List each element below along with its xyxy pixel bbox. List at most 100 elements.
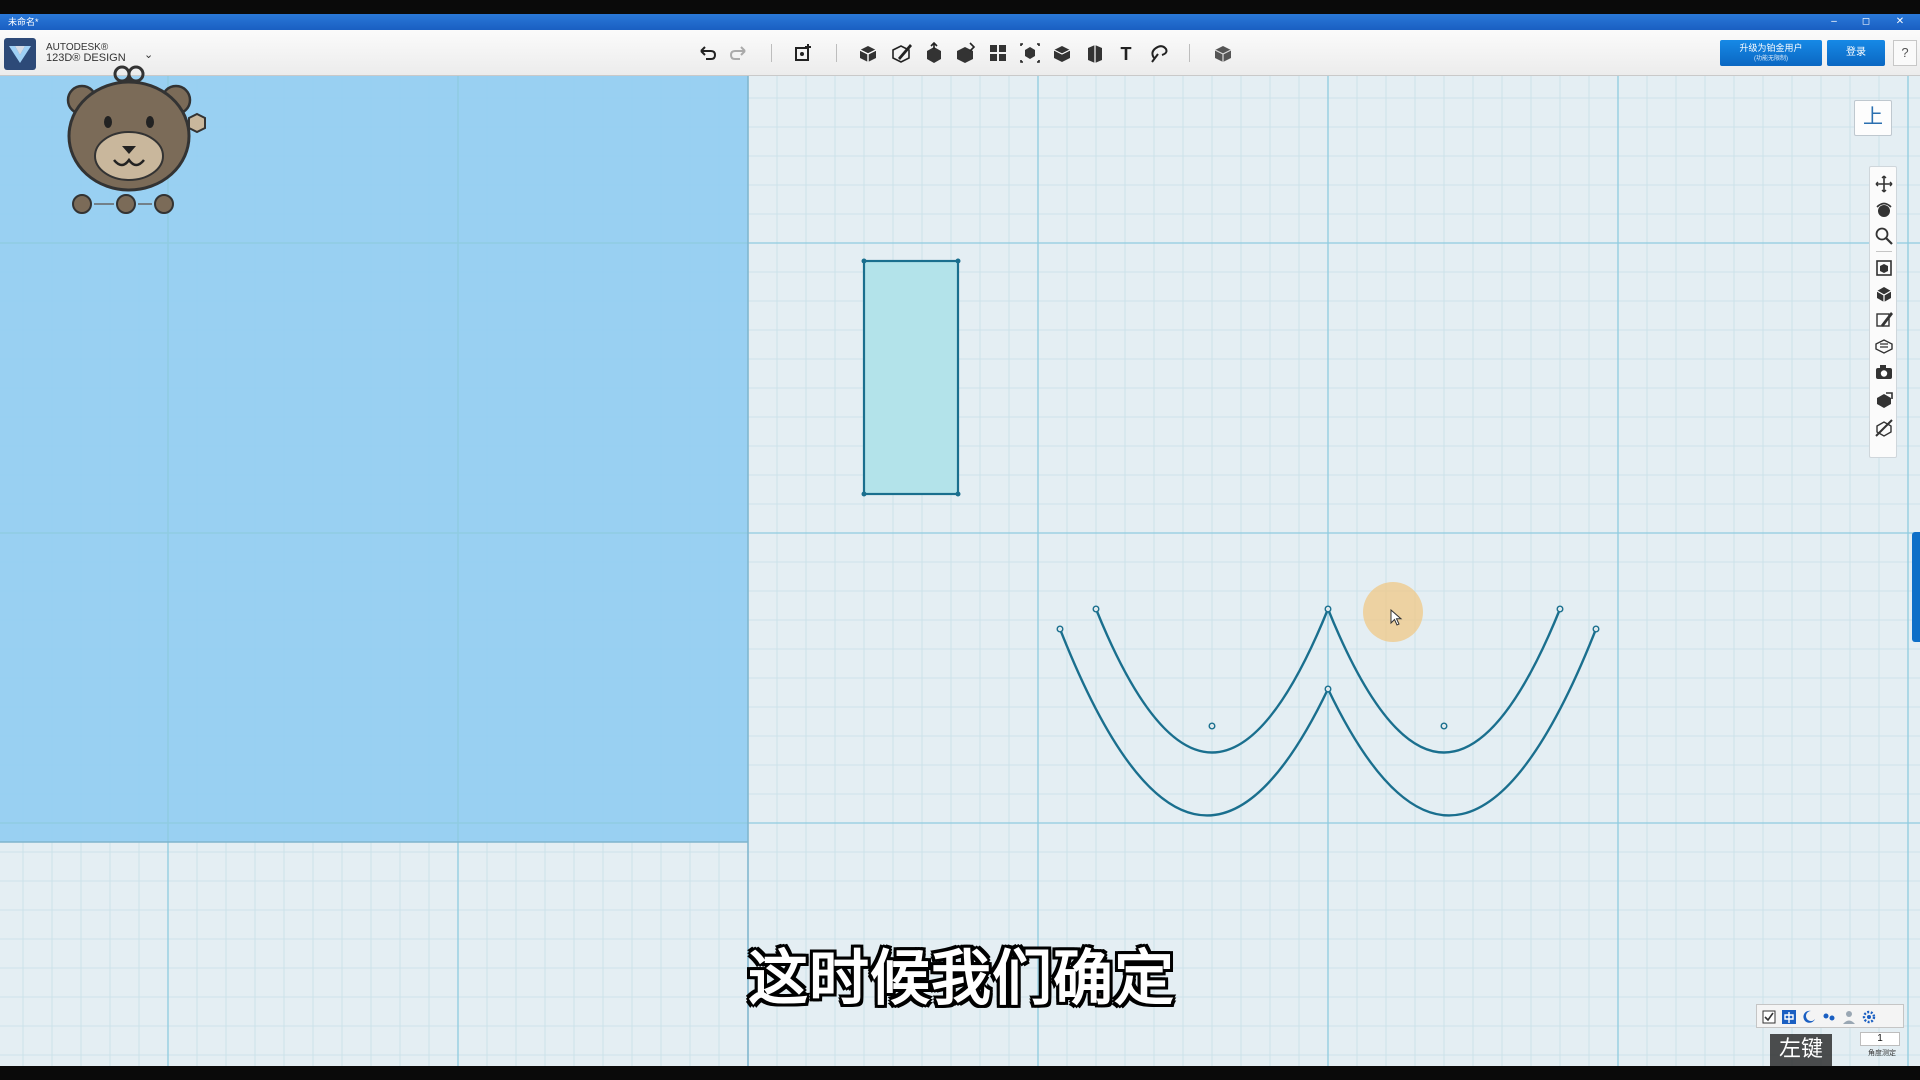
bear-watermark-logo: [60, 62, 210, 222]
checkbox-icon[interactable]: [1761, 1009, 1777, 1025]
primitives-icon: [859, 46, 877, 62]
primitives-tool-button[interactable]: [855, 40, 881, 66]
app-window: 未命名* – ◻ ✕ AUTODESK® 123D® DESIGN ⌄ T 升级…: [0, 0, 1920, 1080]
sketch-vertex[interactable]: [1324, 685, 1332, 693]
text-icon: T: [1121, 44, 1132, 64]
undo-icon: [700, 46, 717, 60]
pattern-tool-button[interactable]: [985, 40, 1011, 66]
edit-grid-button[interactable]: [1873, 309, 1895, 331]
layers-icon: [1877, 392, 1893, 408]
sketch-vertex[interactable]: [1324, 605, 1332, 613]
pan-icon: [1875, 175, 1893, 193]
toolbar-divider: [1189, 44, 1190, 62]
ime-zh-icon[interactable]: [1781, 1009, 1797, 1025]
transform-icon: [795, 44, 811, 61]
views-button[interactable]: [1873, 283, 1895, 305]
camera-icon: [1876, 365, 1892, 379]
outliner-icon: [1875, 419, 1893, 437]
sketch-icon: [892, 44, 912, 63]
sketch-vertex[interactable]: [1556, 605, 1564, 613]
app-brand: AUTODESK® 123D® DESIGN: [46, 42, 126, 64]
3d-viewport[interactable]: [0, 76, 1920, 1066]
pan-button[interactable]: [1873, 173, 1895, 195]
sketch-vertex[interactable]: [861, 258, 867, 264]
material-tool-button[interactable]: [1210, 40, 1236, 66]
pattern-icon: [990, 45, 1006, 61]
measure-icon: [1088, 45, 1102, 63]
nav-divider: [1876, 251, 1892, 252]
snap-value-input[interactable]: 1: [1860, 1032, 1900, 1046]
upgrade-sublabel: (功能无限制): [1754, 56, 1788, 62]
app-logo-icon: [9, 46, 31, 63]
sketch-vertex[interactable]: [1056, 625, 1064, 633]
redo-icon: [729, 46, 746, 60]
snapshot-button[interactable]: [1873, 361, 1895, 383]
modify-tool-button[interactable]: [952, 40, 978, 66]
viewcube[interactable]: 上: [1854, 100, 1892, 136]
text-tool-button[interactable]: T: [1113, 40, 1139, 66]
upgrade-button[interactable]: 升级为铂金用户 (功能无限制): [1720, 40, 1822, 66]
app-menu-chevron-icon[interactable]: ⌄: [144, 48, 153, 61]
help-button[interactable]: ?: [1893, 40, 1917, 66]
grouping-tool-button[interactable]: [1017, 40, 1043, 66]
viewcube-face-label: 上: [1863, 106, 1883, 128]
sketch-vertex[interactable]: [861, 491, 867, 497]
sketch-vertex[interactable]: [1592, 625, 1600, 633]
sketch-vertex[interactable]: [955, 258, 961, 264]
material-icon: [1214, 46, 1232, 62]
zoom-button[interactable]: [1873, 225, 1895, 247]
sketch-vertex[interactable]: [1208, 722, 1216, 730]
mouse-cursor-icon: [1390, 609, 1403, 626]
fit-button[interactable]: [1873, 257, 1895, 279]
layers-button[interactable]: [1873, 389, 1895, 411]
side-panel-toggle[interactable]: [1912, 532, 1920, 642]
punctuation-icon[interactable]: [1821, 1009, 1837, 1025]
window-titlebar: 未命名* – ◻ ✕: [0, 14, 1920, 30]
maximize-button[interactable]: ◻: [1852, 14, 1880, 30]
video-letterbox-bottom: [0, 1066, 1920, 1080]
construct-tool-button[interactable]: [921, 40, 947, 66]
minimize-button[interactable]: –: [1820, 14, 1848, 30]
svg-text:T: T: [1121, 44, 1132, 64]
video-letterbox-top: [0, 0, 1920, 14]
upgrade-label: 升级为铂金用户: [1739, 43, 1803, 53]
grouping-icon: [1020, 43, 1040, 63]
snap-value-caption: 角度测定: [1868, 1050, 1896, 1057]
toolbar-divider: [836, 44, 837, 62]
outliner-button[interactable]: [1873, 417, 1895, 439]
settings-gear-icon[interactable]: [1861, 1009, 1877, 1025]
snap-toolbar: [1756, 1004, 1904, 1028]
sketch-vertex[interactable]: [1440, 722, 1448, 730]
orbit-icon: [1876, 202, 1892, 217]
bear-mascot-icon: [66, 65, 206, 214]
snap-tool-button[interactable]: [1146, 40, 1172, 66]
app-toolbar: AUTODESK® 123D® DESIGN ⌄ T 升级为铂金用户 (功能无限…: [0, 30, 1920, 76]
zoom-icon: [1875, 227, 1893, 245]
app-logo[interactable]: [4, 38, 36, 70]
orbit-button[interactable]: [1873, 199, 1895, 221]
combine-icon: [1053, 46, 1071, 62]
mouse-key-hint: 左键: [1770, 1034, 1832, 1066]
redo-button[interactable]: [726, 40, 752, 66]
edit-grid-icon: [1876, 312, 1893, 327]
materials-button[interactable]: [1873, 335, 1895, 357]
moon-icon[interactable]: [1801, 1009, 1817, 1025]
snap-icon: [1151, 45, 1168, 63]
toolbar-divider: [771, 44, 772, 62]
user-icon[interactable]: [1841, 1009, 1857, 1025]
login-button[interactable]: 登录: [1827, 40, 1885, 66]
sketch-vertex[interactable]: [955, 491, 961, 497]
measure-tool-button[interactable]: [1082, 40, 1108, 66]
transform-tool-button[interactable]: [790, 40, 816, 66]
window-title: 未命名*: [8, 17, 39, 27]
combine-tool-button[interactable]: [1049, 40, 1075, 66]
sketch-rectangle[interactable]: [862, 259, 960, 496]
navigation-bar: [1869, 166, 1897, 458]
sketch-tool-button[interactable]: [888, 40, 914, 66]
modify-icon: [957, 42, 976, 63]
undo-button[interactable]: [694, 40, 720, 66]
sketch-vertex[interactable]: [1092, 605, 1100, 613]
workplane-canvas[interactable]: [0, 76, 1920, 1066]
close-button[interactable]: ✕: [1886, 14, 1914, 30]
materials-icon: [1875, 339, 1893, 354]
